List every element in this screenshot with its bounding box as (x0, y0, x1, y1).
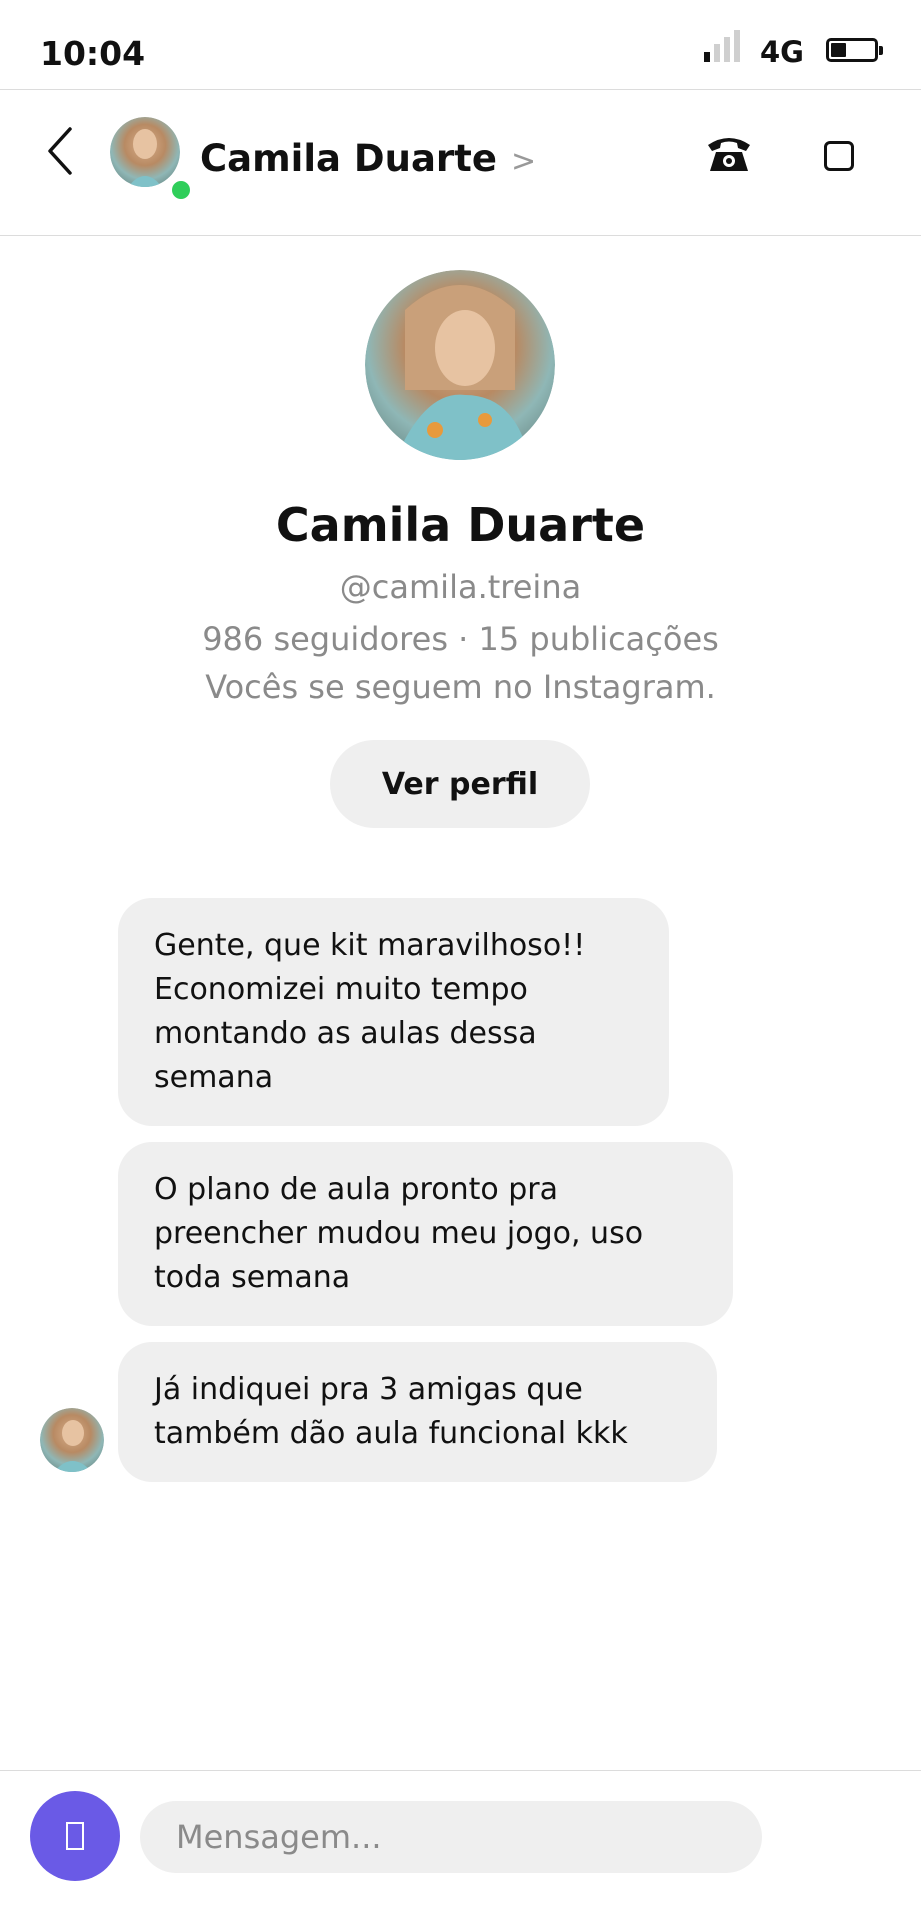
header-contact-name[interactable]: Camila Duarte > (200, 137, 536, 180)
phone-icon[interactable] (704, 131, 754, 175)
header-contact-name-text: Camila Duarte (200, 137, 497, 180)
profile-mutual: Vocês se seguem no Instagram. (205, 668, 716, 706)
network-label: 4G (760, 35, 804, 69)
message-composer (0, 1770, 921, 1920)
camera-button[interactable] (30, 1791, 120, 1881)
profile-stats: 986 seguidores · 15 publicações (202, 620, 719, 658)
battery-icon (826, 38, 883, 62)
back-icon[interactable] (40, 121, 80, 181)
status-time: 10:04 (40, 34, 146, 73)
header-avatar[interactable] (110, 117, 180, 187)
profile-avatar (365, 270, 555, 460)
status-bar: 10:04 4G (0, 0, 921, 90)
message-input[interactable] (140, 1801, 762, 1873)
video-icon[interactable] (824, 141, 854, 171)
message-avatar[interactable] (40, 1408, 104, 1472)
profile-name: Camila Duarte (275, 498, 646, 552)
message-bubble[interactable]: O plano de aula pronto pra preencher mud… (118, 1142, 733, 1326)
chat-header: Camila Duarte > (0, 91, 921, 236)
camera-icon (66, 1822, 84, 1850)
online-indicator (170, 179, 192, 201)
view-profile-button[interactable]: Ver perfil (330, 740, 590, 828)
signal-icon (704, 30, 740, 62)
battery-level (831, 43, 846, 57)
message-bubble[interactable]: Já indiquei pra 3 amigas que também dão … (118, 1342, 717, 1482)
chevron-right-icon: > (510, 144, 537, 179)
message-bubble[interactable]: Gente, que kit maravilhoso!! Economizei … (118, 898, 669, 1126)
profile-handle: @camila.treina (339, 568, 582, 606)
